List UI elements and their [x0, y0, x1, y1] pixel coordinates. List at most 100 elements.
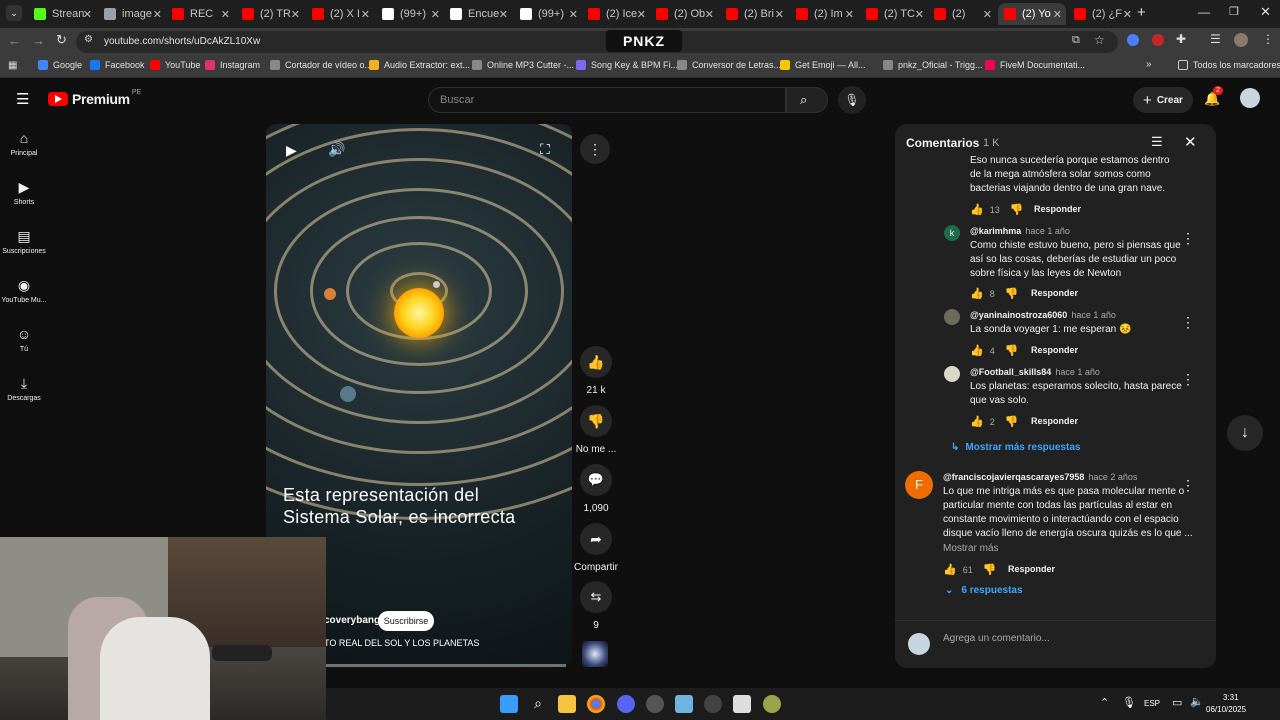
show-more-link[interactable]: Mostrar más	[943, 543, 999, 554]
back-icon[interactable]: ←	[8, 33, 21, 48]
subscribe-button[interactable]: Suscribirse	[378, 611, 434, 631]
bookmark-item[interactable]: Google	[38, 60, 82, 70]
thumbs-down-icon[interactable]: 👎	[1005, 287, 1019, 300]
close-comments-icon[interactable]: ✕	[1184, 133, 1197, 151]
maximize-button[interactable]: ❐	[1229, 5, 1239, 18]
commenter-avatar[interactable]: k	[944, 225, 960, 241]
commenter-avatar[interactable]	[944, 366, 960, 382]
sidebar-item-music[interactable]: ◉ YouTube Mu...	[0, 277, 48, 304]
sound-thumbnail[interactable]	[582, 641, 608, 667]
notifications-button[interactable]: 🔔 2	[1204, 86, 1223, 108]
tab-close-icon[interactable]: ✕	[705, 8, 714, 21]
browser-tab[interactable]: (2) Yo ✕	[998, 3, 1066, 25]
tab-close-icon[interactable]: ✕	[637, 8, 646, 21]
tray-microphone-icon[interactable]: 🎙	[1122, 696, 1136, 709]
browser-tab[interactable]: (2) TC ✕	[860, 3, 928, 25]
reply-button[interactable]: Responder	[1034, 204, 1081, 214]
tab-close-icon[interactable]: ✕	[499, 8, 508, 21]
comment-menu-icon[interactable]: ⋮	[1181, 371, 1195, 388]
comment-like-button[interactable]: 👍 4 👎	[970, 344, 1018, 357]
tab-close-icon[interactable]: ✕	[431, 8, 440, 21]
reply-button[interactable]: Responder	[1031, 416, 1078, 426]
all-bookmarks-folder[interactable]: Todos los marcadores	[1178, 60, 1280, 70]
bookmark-item[interactable]: Online MP3 Cutter -...	[472, 60, 574, 70]
extension-icon-1[interactable]	[1127, 34, 1139, 46]
reply-button[interactable]: Responder	[1031, 345, 1078, 355]
clock-time[interactable]: 3:31	[1223, 693, 1239, 702]
scroll-down-button[interactable]: ↓	[1227, 415, 1263, 451]
tab-close-icon[interactable]: ✕	[1053, 8, 1062, 21]
comment-menu-icon[interactable]: ⋮	[1181, 314, 1195, 331]
reading-list-icon[interactable]: ☰	[1210, 32, 1221, 46]
comment-author[interactable]: @franciscojavierqascarayes7958 hace 2 año…	[943, 472, 1137, 482]
sort-icon[interactable]: ☰	[1151, 134, 1163, 150]
speaker-icon[interactable]: 🔈	[1190, 695, 1204, 708]
like-button[interactable]: 👍 21 k	[574, 346, 618, 396]
comment-author[interactable]: @yaninainostroza6060 hace 1 año	[970, 310, 1116, 320]
add-comment-input[interactable]: Agrega un comentario...	[943, 633, 1050, 644]
browser-tab[interactable]: (99+) ✕	[514, 3, 582, 25]
thumbs-down-icon[interactable]: 👎	[1010, 203, 1024, 216]
tab-close-icon[interactable]: ✕	[775, 8, 784, 21]
tab-close-icon[interactable]: ✕	[915, 8, 924, 21]
browser-tab[interactable]: (2) Im ✕	[790, 3, 858, 25]
browser-tab[interactable]: (2) TR ✕	[236, 3, 304, 25]
create-button[interactable]: + Crear	[1133, 87, 1193, 113]
bookmark-item[interactable]: FiveM Documentati...	[985, 60, 1085, 70]
commenter-avatar[interactable]: F	[905, 471, 933, 499]
forward-icon[interactable]: →	[32, 33, 45, 48]
app-icon[interactable]	[646, 695, 664, 713]
thumbs-down-icon[interactable]: 👎	[1005, 415, 1019, 428]
comment-author[interactable]: @Football_skills84 hace 1 año	[970, 367, 1100, 377]
bookmark-item[interactable]: YouTube	[150, 60, 200, 70]
sidebar-item-shorts[interactable]: ▶ Shorts	[0, 179, 48, 206]
menu-dots-icon[interactable]: ⋮	[1262, 32, 1274, 46]
bookmark-star-icon[interactable]: ☆	[1094, 33, 1105, 47]
bookmark-item[interactable]: Song Key & BPM Fi...	[576, 60, 678, 70]
sidebar-item-you[interactable]: ☺ Tú	[0, 326, 48, 353]
network-icon[interactable]: ▭	[1172, 696, 1182, 709]
extensions-puzzle-icon[interactable]: ✚	[1176, 32, 1186, 46]
remix-button[interactable]: ⇆ 9	[574, 581, 618, 631]
tab-close-icon[interactable]: ✕	[153, 8, 162, 21]
tray-chevron-up-icon[interactable]: ⌃	[1100, 696, 1109, 709]
browser-tab[interactable]: (2) ✕	[928, 3, 996, 25]
channel-name[interactable]: coverybang	[324, 615, 380, 626]
comment-like-button[interactable]: 👍 13 👎	[970, 203, 1023, 216]
more-options-button[interactable]: ⋮	[580, 134, 610, 164]
tab-close-icon[interactable]: ✕	[845, 8, 854, 21]
language-indicator[interactable]: ESP	[1144, 699, 1160, 708]
comments-button[interactable]: 💬 1,090	[574, 464, 618, 514]
app-icon[interactable]	[733, 695, 751, 713]
tab-close-icon[interactable]: ✕	[361, 8, 370, 21]
site-info-icon[interactable]: ⚙	[84, 34, 93, 45]
discord-icon[interactable]	[617, 695, 635, 713]
tab-close-icon[interactable]: ✕	[983, 8, 992, 21]
app-icon[interactable]	[763, 695, 781, 713]
dislike-button[interactable]: 👎 No me ...	[574, 405, 618, 455]
close-window-button[interactable]: ✕	[1260, 4, 1271, 20]
tab-close-icon[interactable]: ✕	[569, 8, 578, 21]
bookmark-item[interactable]: Audio Extractor: ext...	[369, 60, 470, 70]
more-bookmarks-icon[interactable]: »	[1146, 59, 1152, 70]
volume-icon[interactable]: 🔊	[328, 141, 345, 158]
search-icon[interactable]: ⌕	[529, 695, 547, 713]
windows-start-icon[interactable]	[500, 695, 518, 713]
profile-avatar[interactable]	[1234, 33, 1248, 47]
bookmark-item[interactable]: Facebook	[90, 60, 145, 70]
browser-tab[interactable]: image ✕	[98, 3, 166, 25]
comment-like-button[interactable]: 👍 2 👎	[970, 415, 1018, 428]
tab-close-icon[interactable]: ✕	[83, 8, 92, 21]
bookmark-item[interactable]: pnkz_Oficial - Trigg...	[883, 60, 983, 70]
progress-bar[interactable]	[324, 664, 566, 667]
tab-search-button[interactable]: ⌄	[6, 5, 22, 21]
browser-tab[interactable]: Strean ✕	[28, 3, 96, 25]
video-title[interactable]: TO REAL DEL SOL Y LOS PLANETAS	[324, 638, 479, 648]
extension-icon-2[interactable]	[1152, 34, 1164, 46]
youtube-logo[interactable]: Premium PE	[48, 89, 141, 107]
comment-like-button[interactable]: 👍 8 👎	[970, 287, 1018, 300]
new-tab-button[interactable]: +	[1137, 4, 1146, 21]
media-player-icon[interactable]	[704, 695, 722, 713]
search-button[interactable]: ⌕	[786, 87, 828, 113]
view-replies-button[interactable]: ⌄ 6 respuestas	[945, 585, 1023, 596]
